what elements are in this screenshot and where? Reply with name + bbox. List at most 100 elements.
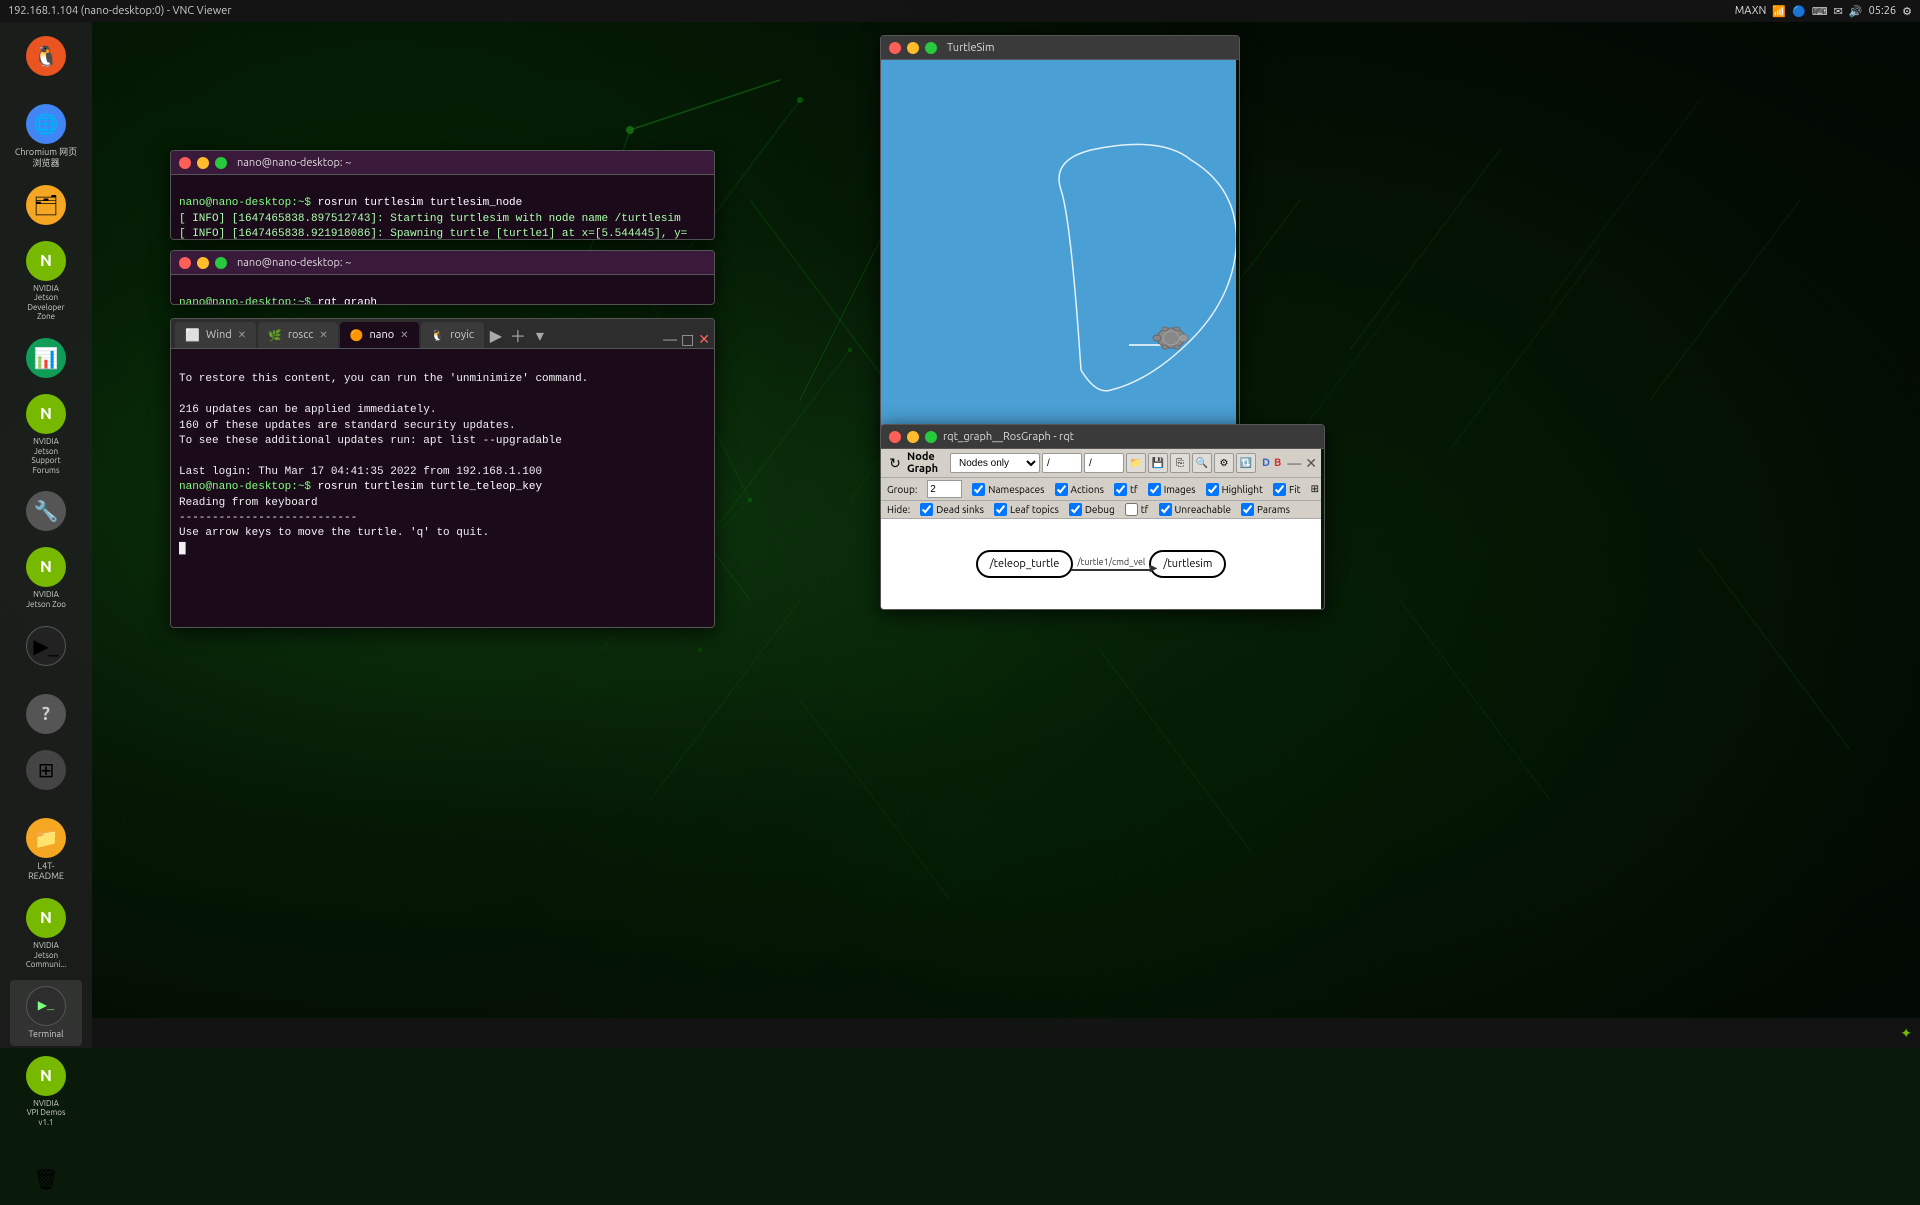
- sidebar-item-trash[interactable]: 🗑: [10, 1153, 82, 1205]
- dead-sinks-checkbox[interactable]: [920, 503, 933, 516]
- rqt-save-btn[interactable]: 💾: [1148, 453, 1168, 473]
- highlight-checkbox[interactable]: [1206, 483, 1219, 496]
- sidebar-item-terminal-small[interactable]: ▶_: [10, 620, 82, 672]
- rqt-tf-check[interactable]: tf: [1114, 483, 1138, 496]
- sidebar-item-nvidia-comms[interactable]: N NVIDIAJetsonCommuni...: [10, 892, 82, 976]
- sidebar-item-files[interactable]: 🗂: [10, 179, 82, 231]
- rqt-topic-input[interactable]: [1084, 453, 1124, 473]
- turtlesim-maximize-btn[interactable]: [925, 42, 937, 54]
- rqt-tf2-check[interactable]: tf: [1125, 503, 1149, 516]
- actions-checkbox[interactable]: [1055, 483, 1068, 496]
- sidebar-label-nvidia-comms: NVIDIAJetsonCommuni...: [26, 941, 66, 970]
- roscc-tab-close[interactable]: ✕: [319, 329, 327, 341]
- graph-node-teleop[interactable]: /teleop_turtle: [976, 550, 1074, 578]
- sidebar-item-nvidia-vpi[interactable]: N NVIDIAVPI Demosv1.1: [10, 1050, 82, 1134]
- tf-checkbox[interactable]: [1114, 483, 1127, 496]
- sidebar-item-terminal-app[interactable]: ▶_ Terminal: [10, 980, 82, 1046]
- rqt-window[interactable]: rqt_graph__RosGraph - rqt ↻ Node Graph N…: [880, 424, 1325, 610]
- rqt-minimize-btn[interactable]: [907, 431, 919, 443]
- fit-checkbox[interactable]: [1273, 483, 1286, 496]
- rqt-namespaces-check[interactable]: Namespaces: [972, 483, 1044, 496]
- sidebar-item-help[interactable]: ?: [10, 688, 82, 740]
- nvidia-logo: ✦: [1900, 1025, 1912, 1042]
- tab-wind[interactable]: ⬜ Wind ✕: [175, 322, 256, 348]
- graph-node-turtlesim[interactable]: /turtlesim: [1149, 550, 1226, 578]
- unreachable-checkbox[interactable]: [1159, 503, 1172, 516]
- params-checkbox[interactable]: [1241, 503, 1254, 516]
- tabbed-content-updates1: 216 updates can be applied immediately.: [179, 404, 436, 416]
- tabbed-terminal-maximize[interactable]: □: [681, 332, 694, 346]
- sidebar-item-ubuntu[interactable]: 🐧: [10, 30, 82, 82]
- rqt-debug-check[interactable]: Debug: [1069, 503, 1115, 516]
- sidebar-item-settings[interactable]: 🔧: [10, 485, 82, 537]
- rqt-refresh2-btn[interactable]: 🔃: [1236, 453, 1256, 473]
- turtlesim-window[interactable]: TurtleSim: [880, 35, 1240, 435]
- tabbed-content-login: Last login: Thu Mar 17 04:41:35 2022 fro…: [179, 466, 542, 478]
- rqt-params-check[interactable]: Params: [1241, 503, 1290, 516]
- rqt-wc-close[interactable]: ✕: [1305, 455, 1317, 472]
- terminal1-close-btn[interactable]: [179, 157, 191, 169]
- sidebar-item-apps[interactable]: ⊞: [10, 744, 82, 796]
- rqt-wc-minus[interactable]: —: [1287, 455, 1301, 471]
- rqt-folder-btn[interactable]: 📁: [1126, 453, 1146, 473]
- tab-add-btn[interactable]: ＋: [508, 322, 528, 348]
- debug-checkbox[interactable]: [1069, 503, 1082, 516]
- rqt-filter-dropdown[interactable]: Nodes only Nodes/Topics (all) Nodes/Topi…: [950, 453, 1040, 473]
- tab-roscc[interactable]: 🌿 roscc ✕: [258, 322, 338, 348]
- bluetooth-icon: 🔵: [1792, 5, 1806, 18]
- files-icon: 🗂: [26, 185, 66, 225]
- ubuntu-icon: 🐧: [26, 36, 66, 76]
- tf2-checkbox[interactable]: [1125, 503, 1138, 516]
- namespaces-label: Namespaces: [988, 484, 1044, 495]
- sidebar-item-sheets[interactable]: 📊: [10, 332, 82, 384]
- rqt-gear-btn[interactable]: ⚙: [1214, 453, 1234, 473]
- turtlesim-close-btn[interactable]: [889, 42, 901, 54]
- rqt-group-input[interactable]: [927, 480, 962, 498]
- rqt-close-btn[interactable]: [889, 431, 901, 443]
- tabbed-terminal-close[interactable]: ✕: [698, 332, 710, 346]
- tab-royic[interactable]: 🐧 royic: [421, 322, 484, 348]
- rqt-copy-btn[interactable]: ⎘: [1170, 453, 1190, 473]
- sidebar-item-l4t[interactable]: 📁 L4T-README: [10, 812, 82, 889]
- terminal1-minimize-btn[interactable]: [197, 157, 209, 169]
- turtlesim-minimize-btn[interactable]: [907, 42, 919, 54]
- tabbed-terminal[interactable]: ⬜ Wind ✕ 🌿 roscc ✕ 🟠 nano ✕ 🐧 royic ▶ ＋ …: [170, 318, 715, 628]
- rqt-highlight-check[interactable]: Highlight: [1206, 483, 1263, 496]
- leaf-topics-checkbox[interactable]: [994, 503, 1007, 516]
- terminal2-close-btn[interactable]: [179, 257, 191, 269]
- rqt-dead-sinks-check[interactable]: Dead sinks: [920, 503, 984, 516]
- tabbed-terminal-minimize[interactable]: —: [663, 332, 677, 346]
- turtlesim-titlebar: TurtleSim: [881, 36, 1239, 60]
- terminal-window-2[interactable]: nano@nano-desktop: ~ nano@nano-desktop:~…: [170, 250, 715, 305]
- sidebar-item-nvidia-support[interactable]: N NVIDIAJetsonSupportForums: [10, 388, 82, 481]
- sidebar-item-chromium[interactable]: 🌐 Chromium 网页浏览器: [10, 98, 82, 175]
- terminal2-title: nano@nano-desktop: ~: [237, 257, 351, 269]
- rqt-maximize-btn[interactable]: [925, 431, 937, 443]
- tab-more-btn[interactable]: ▶: [486, 322, 506, 348]
- rqt-leaf-topics-check[interactable]: Leaf topics: [994, 503, 1059, 516]
- terminal2-minimize-btn[interactable]: [197, 257, 209, 269]
- wind-tab-close[interactable]: ✕: [238, 329, 246, 341]
- sidebar-item-nvidia-dev[interactable]: N NVIDIAJetsonDeveloperZone: [10, 235, 82, 328]
- params-label: Params: [1257, 504, 1290, 515]
- settings-icon[interactable]: ⚙: [1902, 5, 1912, 18]
- tab-chevron-down[interactable]: ▾: [530, 322, 550, 348]
- rqt-search-btn[interactable]: 🔍: [1192, 453, 1212, 473]
- images-checkbox[interactable]: [1148, 483, 1161, 496]
- nano-tab-close[interactable]: ✕: [400, 329, 408, 341]
- terminal1-maximize-btn[interactable]: [215, 157, 227, 169]
- royic-tab-icon: 🐧: [431, 329, 445, 342]
- rqt-actions-check[interactable]: Actions: [1055, 483, 1104, 496]
- rqt-namespace-input[interactable]: [1042, 453, 1082, 473]
- terminal2-maximize-btn[interactable]: [215, 257, 227, 269]
- rqt-unreachable-check[interactable]: Unreachable: [1159, 503, 1231, 516]
- keyboard-icon: ⌨: [1812, 5, 1828, 18]
- rqt-fit-check[interactable]: Fit: [1273, 483, 1301, 496]
- images-label: Images: [1164, 484, 1196, 495]
- terminal-window-1[interactable]: nano@nano-desktop: ~ nano@nano-desktop:~…: [170, 150, 715, 240]
- sidebar-item-nvidia-zoo[interactable]: N NVIDIAJetson Zoo: [10, 541, 82, 615]
- rqt-images-check[interactable]: Images: [1148, 483, 1196, 496]
- namespaces-checkbox[interactable]: [972, 483, 985, 496]
- tab-nano[interactable]: 🟠 nano ✕: [340, 322, 419, 348]
- rqt-refresh-btn[interactable]: ↻: [885, 453, 905, 473]
